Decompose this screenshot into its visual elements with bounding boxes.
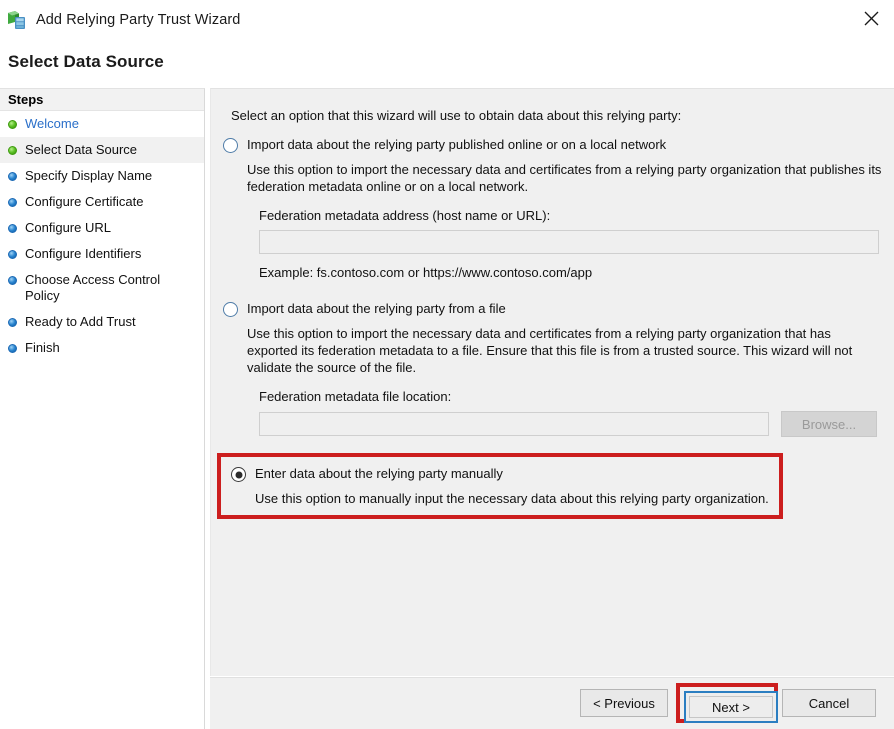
steps-header: Steps <box>0 89 204 111</box>
steps-sidebar: Steps Welcome Select Data Source Specify… <box>0 88 205 729</box>
sidebar-item-label: Configure Identifiers <box>25 246 142 261</box>
sidebar-item-label: Configure URL <box>25 220 111 235</box>
sidebar-item-label: Choose Access Control Policy <box>25 272 161 303</box>
option-description: Use this option to import the necessary … <box>247 326 853 375</box>
federation-metadata-address-input[interactable] <box>259 230 879 254</box>
sidebar-item-ready-to-add-trust[interactable]: Ready to Add Trust <box>0 309 204 335</box>
sidebar-item-label: Ready to Add Trust <box>25 314 136 329</box>
wizard-content-panel: Select an option that this wizard will u… <box>210 88 894 676</box>
option-label: Enter data about the relying party manua… <box>255 466 503 481</box>
adfs-server-shield-icon <box>6 9 28 31</box>
step-bullet-done-icon <box>8 146 17 155</box>
radio-button-unchecked-icon[interactable] <box>223 138 238 153</box>
option-description: Use this option to import the necessary … <box>247 162 882 194</box>
step-bullet-done-icon <box>8 120 17 129</box>
next-button[interactable]: Next > <box>684 691 778 723</box>
page-title: Select Data Source <box>8 52 164 71</box>
sidebar-item-specify-display-name[interactable]: Specify Display Name <box>0 163 204 189</box>
sidebar-item-configure-certificate[interactable]: Configure Certificate <box>0 189 204 215</box>
radio-button-checked-icon[interactable] <box>231 467 246 482</box>
step-bullet-todo-icon <box>8 198 17 207</box>
next-button-label: Next > <box>689 696 773 718</box>
sidebar-item-label: Select Data Source <box>25 142 138 157</box>
federation-metadata-address-label: Federation metadata address (host name o… <box>259 208 551 223</box>
sidebar-item-choose-access-control-policy[interactable]: Choose Access Control Policy <box>0 267 204 309</box>
cancel-button[interactable]: Cancel <box>782 689 876 717</box>
option-label: Import data about the relying party from… <box>247 301 506 316</box>
sidebar-item-configure-url[interactable]: Configure URL <box>0 215 204 241</box>
sidebar-item-select-data-source[interactable]: Select Data Source <box>0 137 204 163</box>
step-bullet-todo-icon <box>8 344 17 353</box>
wizard-footer: < Previous Next > Cancel <box>210 677 894 729</box>
option-enter-manually: Enter data about the relying party manua… <box>221 457 779 506</box>
browse-button[interactable]: Browse... <box>781 411 877 437</box>
step-bullet-todo-icon <box>8 172 17 181</box>
sidebar-item-label: Finish <box>25 340 60 355</box>
sidebar-item-finish[interactable]: Finish <box>0 335 204 361</box>
step-bullet-todo-icon <box>8 250 17 259</box>
previous-button[interactable]: < Previous <box>580 689 668 717</box>
option-import-file: Import data about the relying party from… <box>223 301 883 437</box>
manual-option-annotation-box: Enter data about the relying party manua… <box>217 453 783 519</box>
sidebar-item-configure-identifiers[interactable]: Configure Identifiers <box>0 241 204 267</box>
sidebar-item-label: Welcome <box>25 116 79 131</box>
window-title: Add Relying Party Trust Wizard <box>36 12 241 28</box>
federation-metadata-address-example: Example: fs.contoso.com or https://www.c… <box>259 265 593 280</box>
sidebar-item-welcome[interactable]: Welcome <box>0 111 204 137</box>
option-description: Use this option to manually input the ne… <box>255 491 769 506</box>
step-bullet-todo-icon <box>8 318 17 327</box>
option-import-online: Import data about the relying party publ… <box>223 137 883 280</box>
next-button-annotation-box: Next > <box>676 683 778 723</box>
federation-metadata-file-label: Federation metadata file location: <box>259 389 452 404</box>
intro-text: Select an option that this wizard will u… <box>231 108 682 123</box>
step-bullet-todo-icon <box>8 276 17 285</box>
option-label: Import data about the relying party publ… <box>247 137 667 152</box>
radio-enter-manually[interactable]: Enter data about the relying party manua… <box>231 466 779 482</box>
radio-button-unchecked-icon[interactable] <box>223 302 238 317</box>
title-bar: Add Relying Party Trust Wizard <box>0 0 894 40</box>
federation-metadata-file-input[interactable] <box>259 412 769 436</box>
sidebar-item-label: Configure Certificate <box>25 194 144 209</box>
step-bullet-todo-icon <box>8 224 17 233</box>
close-icon[interactable] <box>848 0 894 36</box>
radio-import-online[interactable]: Import data about the relying party publ… <box>223 137 883 153</box>
radio-import-file[interactable]: Import data about the relying party from… <box>223 301 883 317</box>
sidebar-item-label: Specify Display Name <box>25 168 153 183</box>
